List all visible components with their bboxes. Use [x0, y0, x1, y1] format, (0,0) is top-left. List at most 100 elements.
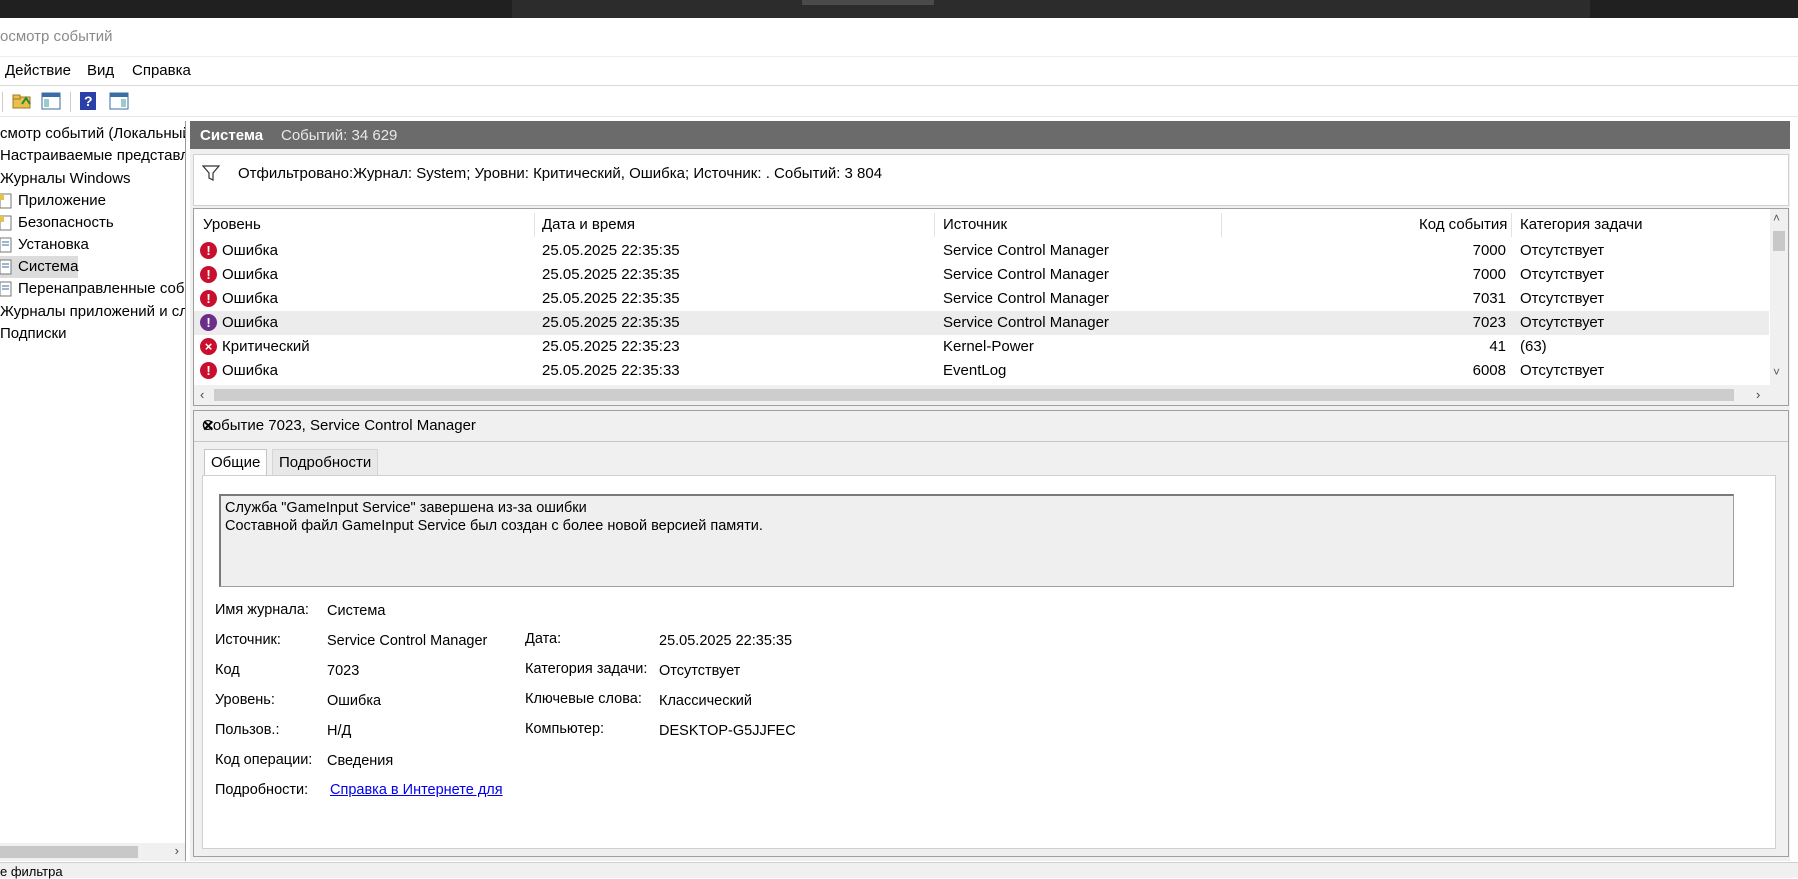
general-tab-body: Служба "GameInput Service" завершена из-… [202, 475, 1776, 849]
help-icon: ? [80, 92, 96, 110]
tree-item-label: Подписки [0, 325, 67, 342]
table-row[interactable]: ! Ошибка 25.05.2025 22:35:35 Service Con… [194, 287, 1769, 311]
label-opcode: Код операции: [215, 752, 313, 768]
value-code: 7023 [327, 663, 360, 679]
tree-item-windows-logs[interactable]: Журналы Windows [0, 168, 131, 190]
table-row[interactable]: ! Ошибка 25.05.2025 22:35:33 EventLog 60… [194, 359, 1769, 383]
event-description[interactable]: Служба "GameInput Service" завершена из-… [219, 494, 1734, 587]
chevron-up-icon[interactable]: ˄ [1773, 211, 1780, 225]
console-tree-icon [41, 92, 61, 110]
tree-item-app-logs[interactable]: Журналы приложений и слу [0, 301, 185, 323]
column-source[interactable]: Источник [943, 216, 1007, 233]
cell-code: 7023 [1472, 314, 1506, 331]
cell-source: EventLog [943, 362, 1007, 379]
value-opcode: Сведения [327, 753, 394, 769]
console-tree: смотр событий (Локальный Настраиваемые п… [0, 121, 186, 861]
cell-date: 25.05.2025 22:35:23 [542, 338, 680, 355]
chevron-right-icon[interactable]: › [175, 843, 179, 858]
chevron-right-icon[interactable]: › [1756, 387, 1760, 402]
show-action-pane-button[interactable] [107, 89, 131, 113]
tree-item-label: Журналы Windows [0, 170, 131, 187]
cell-source: Service Control Manager [943, 242, 1109, 259]
tree-item-system[interactable]: Система [0, 256, 78, 278]
top-strip [512, 0, 1590, 18]
label-computer: Компьютер: [525, 721, 605, 737]
label-user: Пользов.: [215, 722, 280, 738]
cell-source: Service Control Manager [943, 266, 1109, 283]
value-level: Ошибка [327, 693, 382, 709]
tree-horizontal-scrollbar[interactable]: › [0, 843, 185, 861]
tree-item-label: Система [18, 258, 79, 275]
help-button[interactable]: ? [76, 89, 100, 113]
label-source: Источник: [215, 632, 281, 648]
menu-help[interactable]: Справка [132, 62, 191, 79]
tree-item-root[interactable]: смотр событий (Локальный [0, 123, 186, 145]
column-level[interactable]: Уровень [203, 216, 261, 233]
column-divider[interactable] [1221, 213, 1222, 237]
tree-item-label: Настраиваемые представлен [0, 147, 186, 164]
tree-item-subscriptions[interactable]: Подписки [0, 323, 67, 345]
cell-level: Ошибка [222, 266, 278, 283]
title-bar: осмотр событий [0, 18, 1798, 57]
scroll-thumb[interactable] [1773, 231, 1785, 251]
tree-item-label: смотр событий (Локальный [0, 125, 186, 142]
chevron-down-icon[interactable]: ˅ [1773, 365, 1780, 379]
error-icon: ! [200, 290, 217, 307]
tree-item-custom-views[interactable]: Настраиваемые представлен [0, 145, 186, 167]
table-header: Уровень Дата и время Источник Код событи… [194, 209, 1769, 239]
log-icon [0, 281, 13, 297]
value-date: 25.05.2025 22:35:35 [659, 633, 793, 649]
toolbar-separator [2, 92, 3, 112]
value-computer: DESKTOP-G5JJFEC [659, 723, 796, 739]
column-date[interactable]: Дата и время [542, 216, 635, 233]
column-divider[interactable] [934, 213, 935, 237]
table-row[interactable]: ! Ошибка 25.05.2025 22:35:35 Service Con… [194, 263, 1769, 287]
column-divider[interactable] [534, 213, 535, 237]
value-task-category: Отсутствует [659, 663, 741, 679]
column-task-category[interactable]: Категория задачи [1520, 216, 1642, 233]
log-icon [0, 193, 13, 209]
column-event-code[interactable]: Код события [1419, 216, 1507, 233]
tab-details[interactable]: Подробности [272, 449, 379, 476]
cell-level: Ошибка [222, 290, 278, 307]
error-icon: ! [200, 314, 217, 331]
tab-general[interactable]: Общие [204, 449, 268, 476]
tree-item-setup[interactable]: Установка [0, 234, 89, 256]
menu-action[interactable]: Действие [5, 62, 71, 79]
scroll-thumb[interactable] [214, 389, 1734, 401]
error-icon: ! [200, 362, 217, 379]
toolbar-separator [70, 92, 71, 112]
filter-banner: Отфильтровано:Журнал: System; Уровни: Кр… [193, 154, 1789, 206]
log-icon [0, 215, 13, 231]
event-detail-pane: Событие 7023, Service Control Manager ✕ … [193, 410, 1789, 857]
cell-category: (63) [1520, 338, 1547, 355]
chevron-left-icon[interactable]: ‹ [200, 387, 204, 402]
cell-category: Отсутствует [1520, 242, 1605, 259]
table-row-selected[interactable]: ! Ошибка 25.05.2025 22:35:35 Service Con… [194, 311, 1769, 335]
cell-level: Ошибка [222, 314, 278, 331]
tree-item-label: Перенаправленные собы [18, 280, 186, 297]
taskbar-top [0, 0, 1798, 18]
open-folder-button[interactable] [10, 89, 34, 113]
table-row[interactable]: × Критический 25.05.2025 22:35:23 Kernel… [194, 335, 1769, 359]
cell-category: Отсутствует [1520, 314, 1605, 331]
tree-item-security[interactable]: Безопасность [0, 212, 114, 234]
close-icon[interactable]: ✕ [202, 417, 1774, 435]
cell-level: Критический [222, 338, 310, 355]
tree-item-forwarded[interactable]: Перенаправленные собы [0, 278, 186, 300]
online-help-link[interactable]: Справка в Интернете для [330, 782, 503, 798]
show-tree-button[interactable] [39, 89, 63, 113]
table-row[interactable]: ! Ошибка 25.05.2025 22:35:35 Service Con… [194, 239, 1769, 263]
scroll-thumb[interactable] [0, 846, 138, 858]
horizontal-scrollbar[interactable]: ‹ › [194, 385, 1788, 405]
cell-code: 7000 [1472, 242, 1506, 259]
label-log-name: Имя журнала: [215, 602, 309, 618]
column-divider[interactable] [1511, 213, 1512, 237]
cell-level: Ошибка [222, 362, 278, 379]
vertical-scrollbar[interactable]: ˄ ˅ [1770, 209, 1788, 385]
tree-item-application[interactable]: Приложение [0, 190, 106, 212]
log-header: Система Событий: 34 629 [190, 121, 1790, 149]
menu-view[interactable]: Вид [87, 62, 114, 79]
tree-item-label: Приложение [18, 192, 106, 209]
value-user: Н/Д [327, 723, 352, 739]
